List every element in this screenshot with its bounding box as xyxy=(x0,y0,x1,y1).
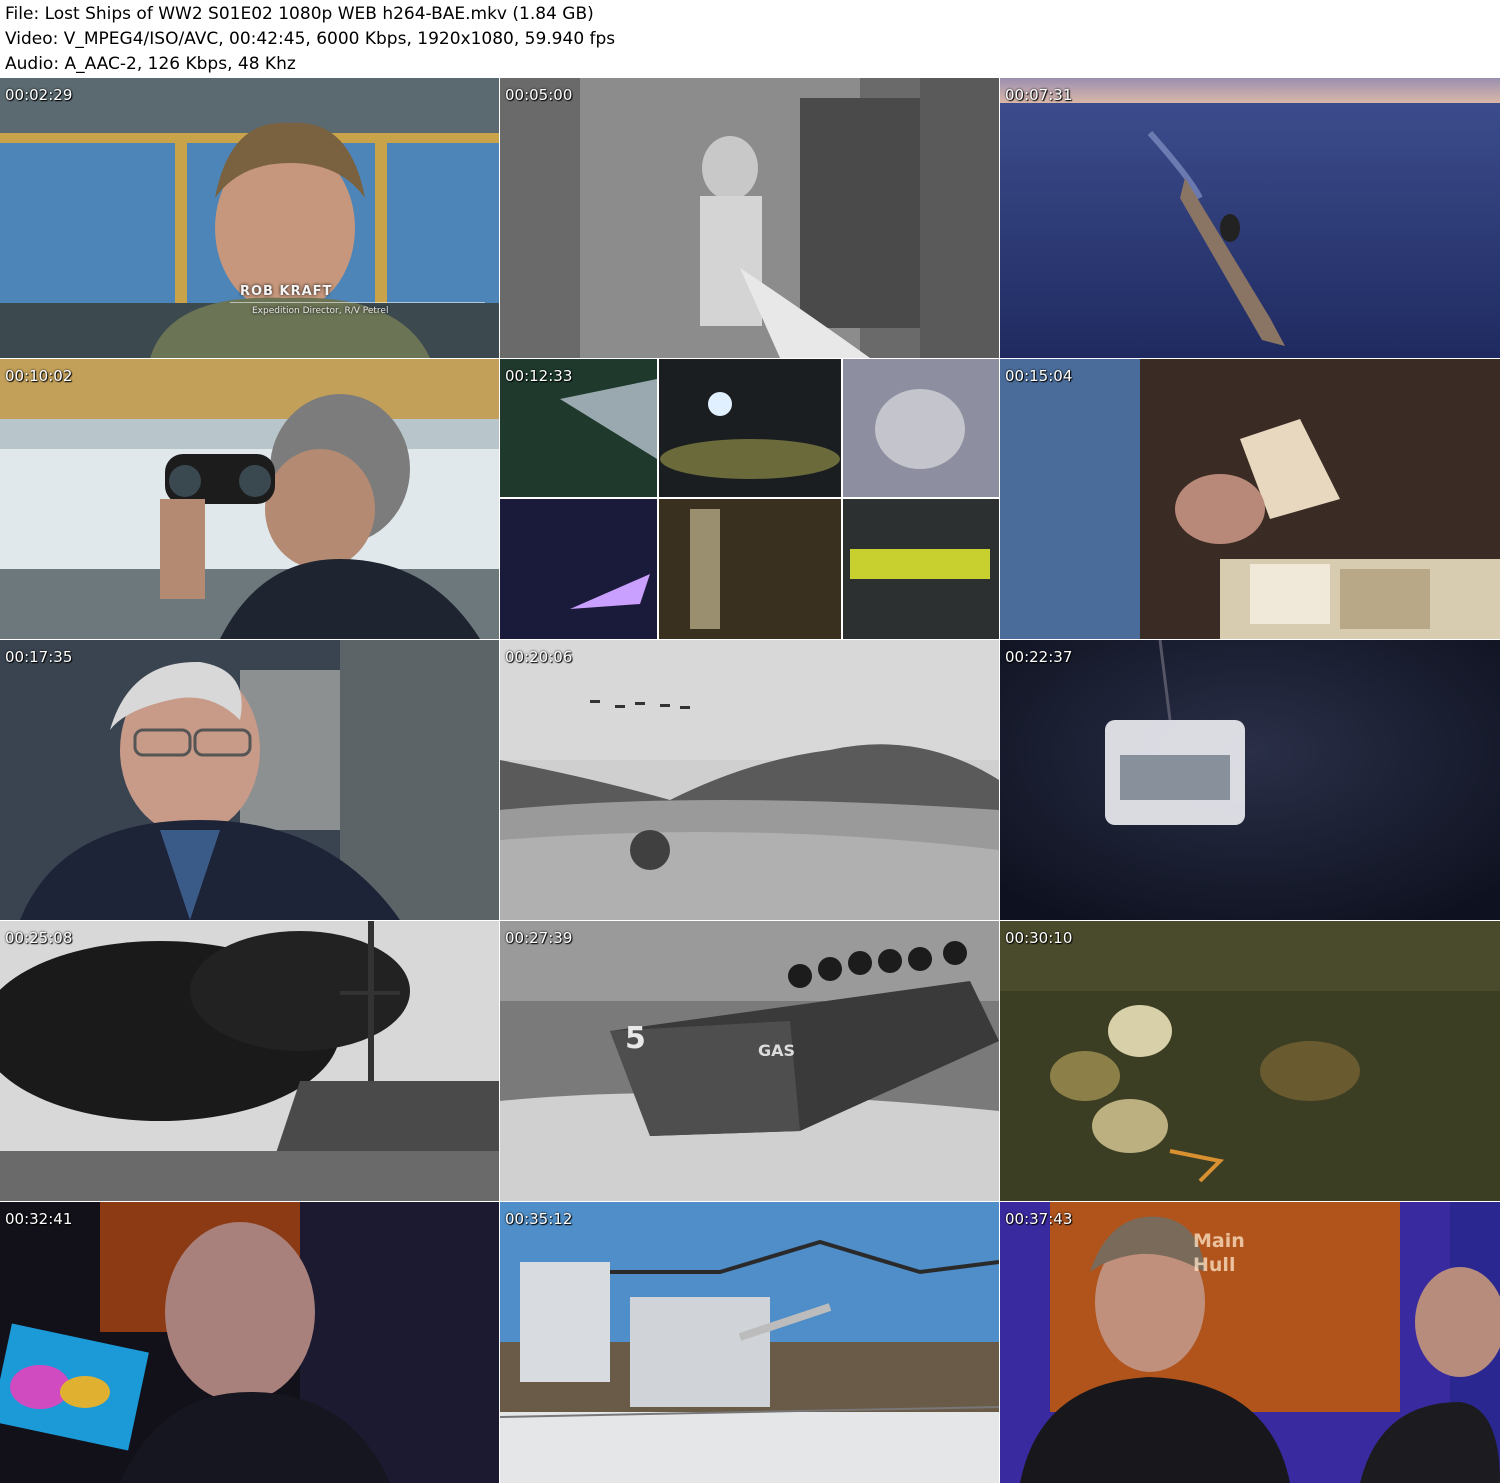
thumbnail: Main Hull 00:37:43 xyxy=(1000,1202,1500,1483)
frame-image xyxy=(1000,640,1500,920)
speaker-role: Expedition Director, R/V Petrel xyxy=(252,306,389,316)
timestamp: 00:27:39 xyxy=(505,929,573,947)
timestamp: 00:10:02 xyxy=(5,367,73,385)
lower-third-rule xyxy=(230,302,485,303)
timestamp: 00:37:43 xyxy=(1005,1210,1073,1228)
timestamp: 00:07:31 xyxy=(1005,86,1073,104)
thumbnail: 00:35:12 xyxy=(500,1202,999,1483)
video-info: Video: V_MPEG4/ISO/AVC, 00:42:45, 6000 K… xyxy=(5,29,616,49)
thumbnail: 00:17:35 xyxy=(0,640,499,920)
thumbnail: ROB KRAFT Expedition Director, R/V Petre… xyxy=(0,78,499,358)
thumbnail: 00:30:10 xyxy=(1000,921,1500,1201)
frame-image xyxy=(1000,78,1500,358)
audio-info: Audio: A_AAC-2, 126 Kbps, 48 Khz xyxy=(5,54,296,74)
timestamp: 00:32:41 xyxy=(5,1210,73,1228)
thumbnail: 00:10:02 xyxy=(0,359,499,639)
frame-image xyxy=(0,78,499,358)
thumbnail: 00:22:37 xyxy=(1000,640,1500,920)
frame-image xyxy=(500,640,999,920)
frame-image xyxy=(1000,921,1500,1201)
thumbnail: 00:25:08 xyxy=(0,921,499,1201)
thumbnail: 00:05:00 xyxy=(500,78,999,358)
info-header: File: Lost Ships of WW2 S01E02 1080p WEB… xyxy=(0,0,1500,78)
timestamp: 00:12:33 xyxy=(505,367,573,385)
file-info: File: Lost Ships of WW2 S01E02 1080p WEB… xyxy=(5,4,594,24)
frame-image xyxy=(1000,359,1500,639)
frame-image xyxy=(0,1202,499,1483)
thumbnail: 00:07:31 xyxy=(1000,78,1500,358)
boat-number: 5 xyxy=(625,1021,646,1056)
timestamp: 00:15:04 xyxy=(1005,367,1073,385)
timestamp: 00:02:29 xyxy=(5,86,73,104)
display-label-line-2: Hull xyxy=(1193,1254,1236,1276)
frame-image xyxy=(1000,1202,1500,1483)
boat-marking: GAS xyxy=(758,1041,796,1060)
frame-image xyxy=(0,921,499,1201)
thumbnail: 00:32:41 xyxy=(0,1202,499,1483)
timestamp: 00:35:12 xyxy=(505,1210,573,1228)
display-label: Main Hull xyxy=(1193,1229,1245,1277)
timestamp: 00:22:37 xyxy=(1005,648,1073,666)
timestamp: 00:05:00 xyxy=(505,86,573,104)
frame-image xyxy=(0,359,499,639)
thumbnail: 00:12:33 xyxy=(500,359,999,639)
frame-image xyxy=(500,78,999,358)
speaker-name: ROB KRAFT xyxy=(240,284,333,299)
frame-image xyxy=(500,1202,999,1483)
timestamp: 00:25:08 xyxy=(5,929,73,947)
timestamp: 00:20:06 xyxy=(505,648,573,666)
timestamp: 00:17:35 xyxy=(5,648,73,666)
thumbnail: 00:15:04 xyxy=(1000,359,1500,639)
frame-image xyxy=(500,921,999,1201)
thumbnail-grid: ROB KRAFT Expedition Director, R/V Petre… xyxy=(0,78,1500,1483)
frame-image xyxy=(500,359,999,639)
thumbnail: 5 GAS 00:27:39 xyxy=(500,921,999,1201)
timestamp: 00:30:10 xyxy=(1005,929,1073,947)
lower-third: ROB KRAFT Expedition Director, R/V Petre… xyxy=(230,284,485,316)
thumbnail: 00:20:06 xyxy=(500,640,999,920)
display-label-line-1: Main xyxy=(1193,1230,1245,1252)
frame-image xyxy=(0,640,499,920)
